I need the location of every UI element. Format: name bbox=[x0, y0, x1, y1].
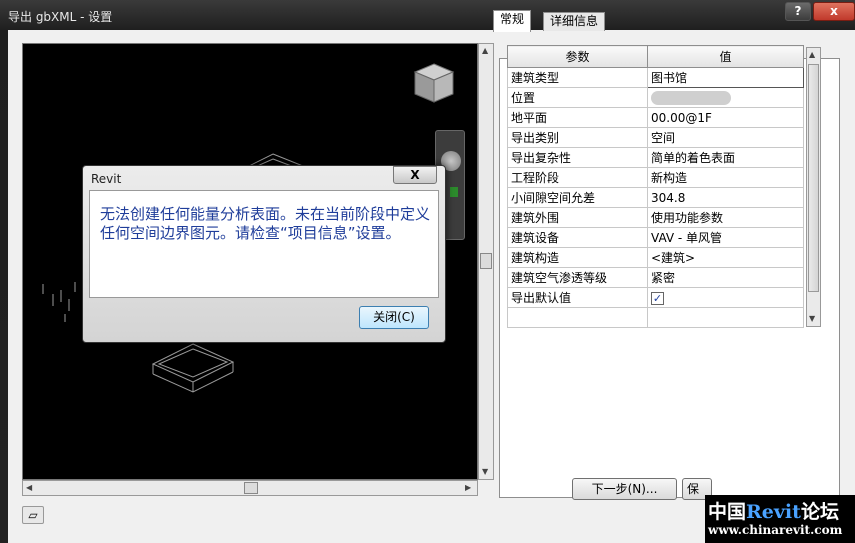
empty-cell bbox=[647, 307, 804, 328]
site-watermark: 中国Revit论坛 www.chinarevit.com bbox=[705, 495, 855, 543]
param-name: 建筑构造 bbox=[507, 247, 648, 268]
table-scroll-thumb[interactable] bbox=[808, 64, 819, 292]
param-name: 小间隙空间允差 bbox=[507, 187, 648, 208]
revit-error-dialog: Revit X 无法创建任何能量分析表面。未在当前阶段中定义任何空间边界图元。请… bbox=[82, 165, 446, 343]
dialog-window: 导出 gbXML - 设置 ? x ▲ ▼ ◀ ▶ ▱ 常规 详细信息 参数 值… bbox=[0, 0, 855, 543]
table-scroll-up-icon[interactable]: ▲ bbox=[809, 50, 815, 59]
table-row[interactable]: 工程阶段 新构造 bbox=[507, 167, 804, 188]
error-message: 无法创建任何能量分析表面。未在当前阶段中定义任何空间边界图元。请检查“项目信息”… bbox=[100, 205, 431, 242]
viewport-hscroll-thumb[interactable] bbox=[244, 482, 258, 494]
param-name: 建筑外围 bbox=[507, 207, 648, 228]
table-row[interactable]: 导出复杂性 简单的着色表面 bbox=[507, 147, 804, 168]
scroll-left-arrow-icon[interactable]: ◀ bbox=[26, 483, 32, 492]
param-value[interactable]: 00.00@1F bbox=[647, 107, 804, 128]
watermark-url: www.chinarevit.com bbox=[708, 523, 843, 537]
next-button[interactable]: 下一步(N)... bbox=[572, 478, 677, 500]
table-vertical-scrollbar[interactable]: ▲ ▼ bbox=[806, 47, 821, 327]
empty-cell bbox=[507, 307, 648, 328]
table-scroll-down-icon[interactable]: ▼ bbox=[809, 314, 815, 323]
table-row[interactable]: 建筑类型 图书馆 bbox=[507, 67, 804, 88]
title-bar: 导出 gbXML - 设置 ? x bbox=[0, 0, 855, 30]
param-value[interactable]: ✓ bbox=[647, 287, 804, 308]
viewport-vscroll-thumb[interactable] bbox=[480, 253, 492, 269]
scroll-right-arrow-icon[interactable]: ▶ bbox=[465, 483, 471, 492]
modal-close-button[interactable]: X bbox=[393, 166, 437, 184]
param-name: 建筑空气渗透等级 bbox=[507, 267, 648, 288]
redacted-location bbox=[651, 90, 731, 105]
window-close-button[interactable]: x bbox=[813, 2, 855, 21]
window-title: 导出 gbXML - 设置 bbox=[8, 10, 113, 24]
param-name: 位置 bbox=[507, 87, 648, 108]
param-name: 建筑设备 bbox=[507, 227, 648, 248]
zoom-icon[interactable] bbox=[450, 187, 458, 197]
help-button[interactable]: ? bbox=[785, 2, 811, 21]
param-value[interactable]: 新构造 bbox=[647, 167, 804, 188]
table-row[interactable]: 建筑外围 使用功能参数 bbox=[507, 207, 804, 228]
table-row[interactable]: 建筑设备 VAV - 单风管 bbox=[507, 227, 804, 248]
watermark-logo: 中国Revit论坛 bbox=[708, 501, 839, 523]
scroll-up-arrow-icon[interactable]: ▲ bbox=[482, 46, 488, 55]
param-name: 导出复杂性 bbox=[507, 147, 648, 168]
param-value[interactable]: 304.8 bbox=[647, 187, 804, 208]
column-header-value[interactable]: 值 bbox=[647, 45, 804, 68]
tab-details[interactable]: 详细信息 bbox=[543, 12, 606, 31]
param-value[interactable] bbox=[647, 87, 804, 108]
viewport-horizontal-scrollbar[interactable]: ◀ ▶ bbox=[22, 480, 478, 496]
param-value[interactable]: 使用功能参数 bbox=[647, 207, 804, 228]
modal-body: 无法创建任何能量分析表面。未在当前阶段中定义任何空间边界图元。请检查“项目信息”… bbox=[89, 190, 439, 298]
param-value[interactable]: <建筑> bbox=[647, 247, 804, 268]
parameters-table: 参数 值 建筑类型 图书馆 位置 地平面 00.00@1F 导出类别 空间 导出… bbox=[507, 45, 804, 328]
param-value[interactable]: 紧密 bbox=[647, 267, 804, 288]
param-name: 导出类别 bbox=[507, 127, 648, 148]
export-defaults-checkbox[interactable]: ✓ bbox=[651, 291, 664, 305]
table-row[interactable]: 建筑构造 <建筑> bbox=[507, 247, 804, 268]
param-name: 建筑类型 bbox=[507, 67, 648, 88]
table-row[interactable]: 小间隙空间允差 304.8 bbox=[507, 187, 804, 208]
param-name: 工程阶段 bbox=[507, 167, 648, 188]
modal-title: Revit bbox=[91, 172, 122, 186]
table-row[interactable]: 建筑空气渗透等级 紧密 bbox=[507, 267, 804, 288]
scroll-down-arrow-icon[interactable]: ▼ bbox=[482, 467, 488, 476]
close-dialog-button[interactable]: 关闭(C) bbox=[359, 306, 429, 329]
table-row[interactable]: 位置 bbox=[507, 87, 804, 108]
3d-view-icon[interactable]: ▱ bbox=[22, 506, 44, 524]
param-value[interactable]: 空间 bbox=[647, 127, 804, 148]
tab-general[interactable]: 常规 bbox=[493, 10, 532, 32]
viewcube-icon[interactable] bbox=[411, 60, 457, 106]
param-value[interactable]: 图书馆 bbox=[647, 67, 804, 88]
table-row[interactable]: 导出默认值 ✓ bbox=[507, 287, 804, 308]
column-header-parameter[interactable]: 参数 bbox=[507, 45, 648, 68]
param-name: 地平面 bbox=[507, 107, 648, 128]
param-value[interactable]: 简单的着色表面 bbox=[647, 147, 804, 168]
viewport-vertical-scrollbar[interactable]: ▲ ▼ bbox=[478, 43, 494, 480]
table-row[interactable]: 地平面 00.00@1F bbox=[507, 107, 804, 128]
param-value[interactable]: VAV - 单风管 bbox=[647, 227, 804, 248]
table-row[interactable]: 导出类别 空间 bbox=[507, 127, 804, 148]
table-row bbox=[507, 307, 804, 328]
param-name: 导出默认值 bbox=[507, 287, 648, 308]
